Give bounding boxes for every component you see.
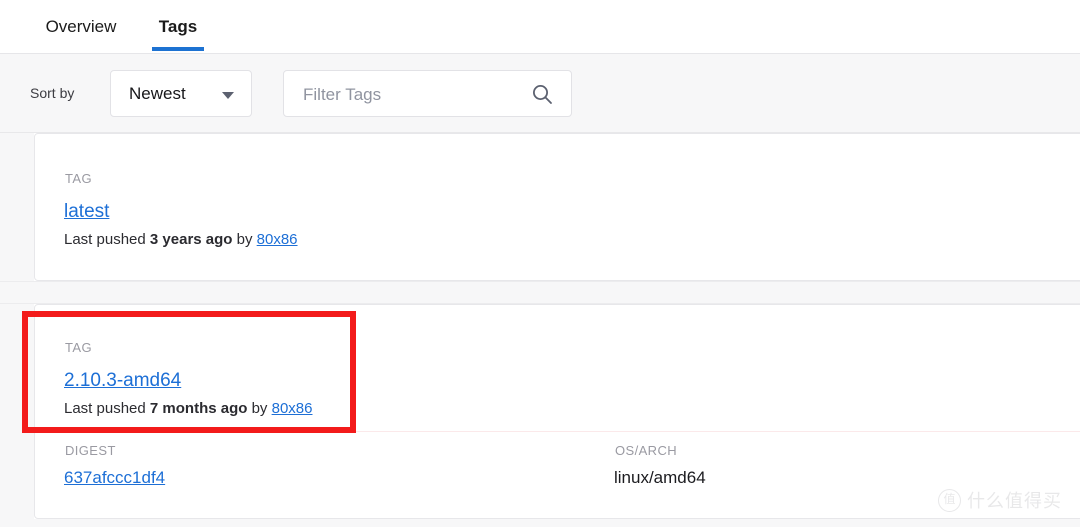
watermark-logo-icon: 值: [938, 488, 961, 512]
osarch-value: linux/amd64: [614, 468, 706, 487]
last-pushed-line: Last pushed 3 years ago by 80x86: [64, 231, 298, 248]
tab-bar: Overview Tags: [0, 0, 1080, 54]
tab-tags[interactable]: Tags: [146, 0, 210, 53]
tag-field-label: TAG: [65, 171, 92, 186]
card-gap-strip: [0, 281, 1080, 304]
last-pushed-prefix: Last pushed: [64, 231, 146, 248]
page-background-bottom: [0, 519, 1080, 527]
sort-by-value: Newest: [129, 84, 186, 103]
tag-field-label: TAG: [65, 340, 92, 355]
active-tab-indicator: [152, 47, 204, 51]
filter-tags-field[interactable]: [283, 70, 572, 118]
tab-overview-label: Overview: [45, 16, 117, 36]
digest-link[interactable]: 637afccc1df4: [64, 468, 165, 488]
tag-card-latest: TAG latest Last pushed 3 years ago by 80…: [34, 133, 1080, 281]
last-pushed-author-link[interactable]: 80x86: [272, 400, 313, 417]
search-icon[interactable]: [531, 83, 553, 105]
sort-by-label: Sort by: [30, 85, 75, 101]
last-pushed-time: 3 years ago: [149, 231, 233, 248]
last-pushed-by-word: by: [251, 400, 268, 417]
card-divider: [35, 431, 1080, 432]
tab-overview[interactable]: Overview: [34, 0, 128, 53]
last-pushed-time: 7 months ago: [149, 400, 248, 417]
sort-by-select[interactable]: Newest: [110, 70, 252, 117]
osarch-label: OS/ARCH: [615, 443, 678, 458]
tag-name-link[interactable]: latest: [64, 201, 109, 223]
last-pushed-line: Last pushed 7 months ago by 80x86: [64, 400, 312, 417]
last-pushed-by-word: by: [236, 231, 253, 248]
chevron-down-icon: [222, 92, 234, 99]
filter-tags-input[interactable]: [301, 71, 505, 118]
tag-card-2-10-3-amd64: TAG 2.10.3-amd64 Last pushed 7 months ag…: [34, 304, 1080, 519]
last-pushed-prefix: Last pushed: [64, 400, 146, 417]
tag-name-link[interactable]: 2.10.3-amd64: [64, 370, 181, 392]
watermark-text: 什么值得买: [967, 491, 1062, 511]
page-background-left: [0, 133, 34, 527]
last-pushed-author-link[interactable]: 80x86: [257, 231, 298, 248]
watermark: 值 什么值得买: [938, 487, 1062, 513]
tab-tags-label: Tags: [158, 16, 198, 36]
digest-label: DIGEST: [65, 443, 116, 458]
